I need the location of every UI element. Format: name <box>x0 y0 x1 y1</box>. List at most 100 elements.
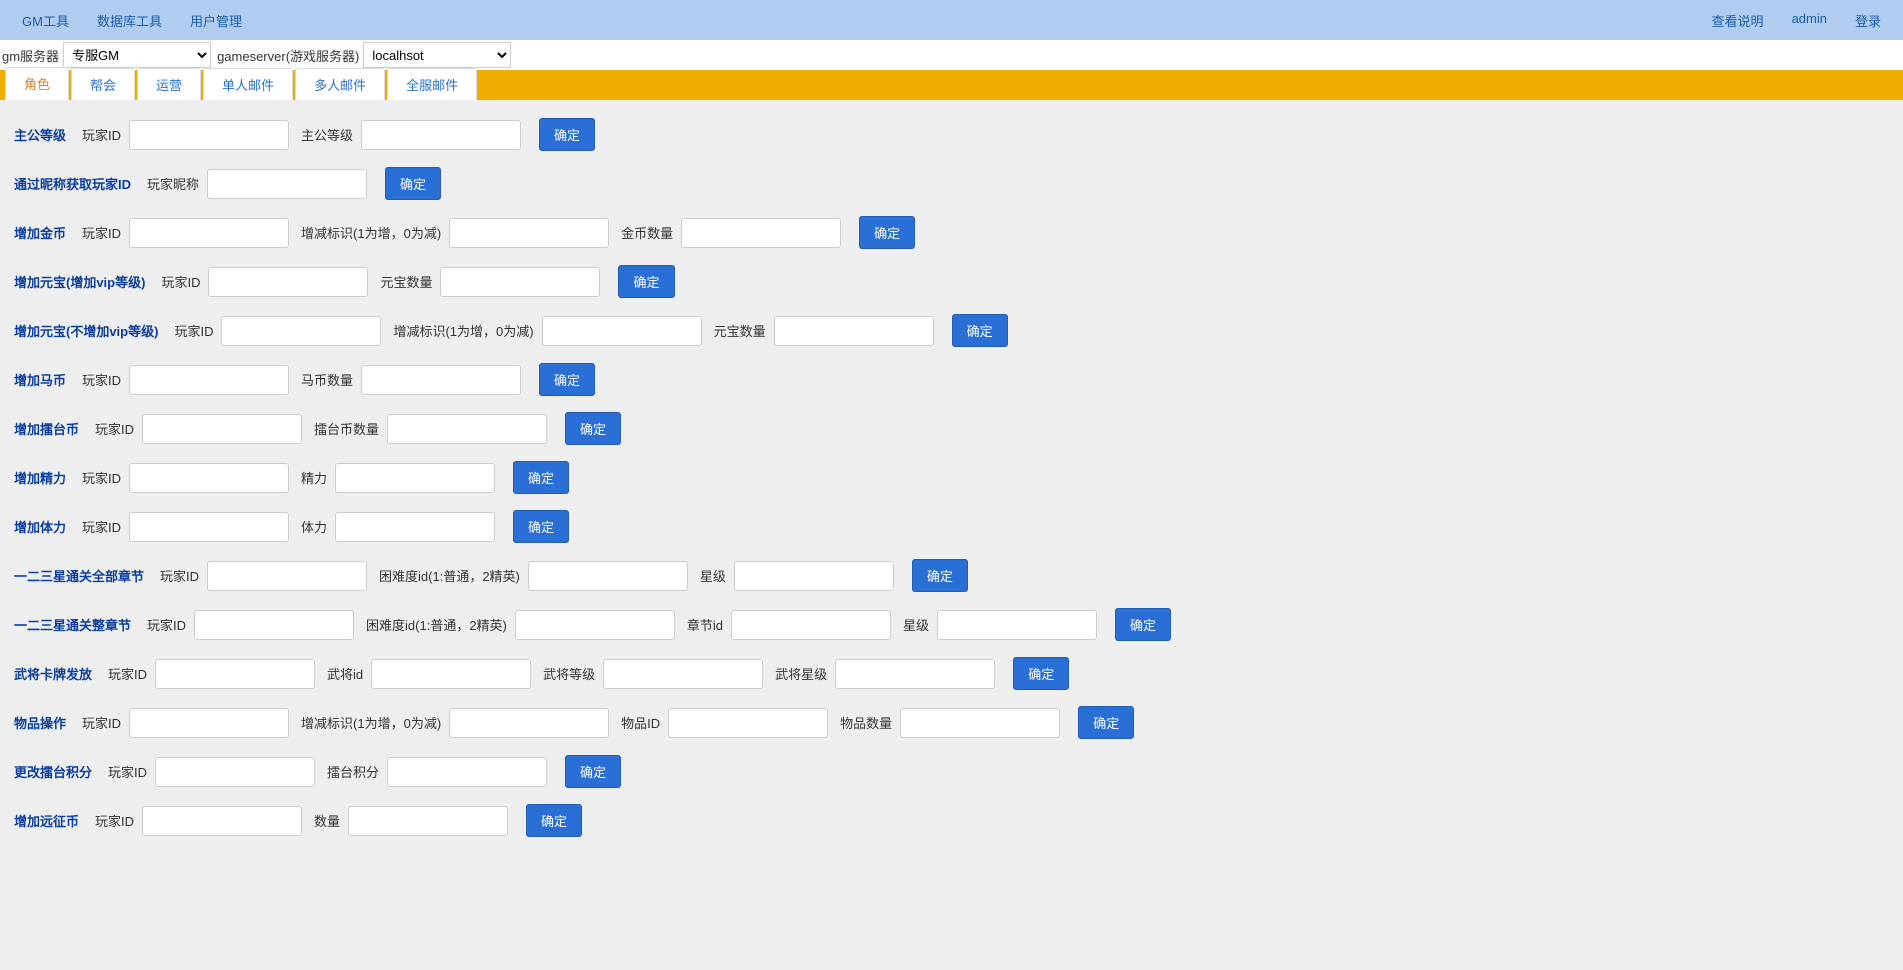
row-title: 增加远征币 <box>14 811 79 830</box>
confirm-button[interactable]: 确定 <box>539 118 595 151</box>
nav-gm-tools[interactable]: GM工具 <box>8 1 83 40</box>
tab-0[interactable]: 角色 <box>5 67 69 100</box>
field-input-11-2[interactable] <box>603 659 763 689</box>
row-title: 增加精力 <box>14 468 66 487</box>
field-label: 玩家ID <box>160 566 199 585</box>
form-row-2: 增加金币玩家ID增减标识(1为增，0为减)金币数量确定 <box>14 216 1889 249</box>
field-input-4-2[interactable] <box>774 316 934 346</box>
confirm-button[interactable]: 确定 <box>513 510 569 543</box>
field-input-4-1[interactable] <box>542 316 702 346</box>
nav-admin[interactable]: admin <box>1778 1 1841 40</box>
field-input-3-0[interactable] <box>208 267 368 297</box>
field-label: 增减标识(1为增，0为减) <box>301 223 441 242</box>
field-label: 武将星级 <box>775 664 827 683</box>
field-input-4-0[interactable] <box>221 316 381 346</box>
field-input-8-1[interactable] <box>335 512 495 542</box>
nav-user-mgmt[interactable]: 用户管理 <box>176 1 256 40</box>
field-input-0-1[interactable] <box>361 120 521 150</box>
field-input-12-2[interactable] <box>668 708 828 738</box>
confirm-button[interactable]: 确定 <box>618 265 674 298</box>
field-input-11-1[interactable] <box>371 659 531 689</box>
field-label: 玩家ID <box>108 762 147 781</box>
field-input-1-0[interactable] <box>207 169 367 199</box>
field-label: 玩家ID <box>147 615 186 634</box>
field-input-11-0[interactable] <box>155 659 315 689</box>
game-server-select[interactable]: localhsot <box>363 42 511 68</box>
gm-server-select[interactable]: 专服GM <box>63 42 211 68</box>
field-input-10-1[interactable] <box>515 610 675 640</box>
confirm-button[interactable]: 确定 <box>565 755 621 788</box>
nav-view-docs[interactable]: 查看说明 <box>1698 1 1778 40</box>
field-label: 元宝数量 <box>380 272 432 291</box>
tab-2[interactable]: 运营 <box>137 68 201 100</box>
field-label: 玩家ID <box>174 321 213 340</box>
confirm-button[interactable]: 确定 <box>859 216 915 249</box>
field-input-7-0[interactable] <box>129 463 289 493</box>
field-input-10-3[interactable] <box>937 610 1097 640</box>
field-input-8-0[interactable] <box>129 512 289 542</box>
nav-login[interactable]: 登录 <box>1841 1 1895 40</box>
field-input-9-0[interactable] <box>207 561 367 591</box>
nav-db-tools[interactable]: 数据库工具 <box>83 1 176 40</box>
confirm-button[interactable]: 确定 <box>1115 608 1171 641</box>
confirm-button[interactable]: 确定 <box>952 314 1008 347</box>
confirm-button[interactable]: 确定 <box>1013 657 1069 690</box>
field-input-14-0[interactable] <box>142 806 302 836</box>
confirm-button[interactable]: 确定 <box>539 363 595 396</box>
field-input-12-0[interactable] <box>129 708 289 738</box>
field-label: 增减标识(1为增，0为减) <box>393 321 533 340</box>
field-input-9-1[interactable] <box>528 561 688 591</box>
field-input-13-0[interactable] <box>155 757 315 787</box>
field-label: 玩家ID <box>161 272 200 291</box>
form-row-11: 武将卡牌发放玩家ID武将id武将等级武将星级确定 <box>14 657 1889 690</box>
tab-3[interactable]: 单人邮件 <box>203 68 293 100</box>
tab-5[interactable]: 全服邮件 <box>387 68 477 100</box>
row-title: 更改擂台积分 <box>14 762 92 781</box>
form-row-7: 增加精力玩家ID 精力 确定 <box>14 461 1889 494</box>
field-input-6-0[interactable] <box>142 414 302 444</box>
field-label: 物品ID <box>621 713 660 732</box>
row-title: 增加体力 <box>14 517 66 536</box>
tab-1[interactable]: 帮会 <box>71 68 135 100</box>
field-input-5-1[interactable] <box>361 365 521 395</box>
field-label: 章节id <box>687 615 723 634</box>
top-navbar: GM工具 数据库工具 用户管理 查看说明 admin 登录 <box>0 0 1903 40</box>
confirm-button[interactable]: 确定 <box>912 559 968 592</box>
field-label: 玩家ID <box>82 713 121 732</box>
confirm-button[interactable]: 确定 <box>1078 706 1134 739</box>
tab-strip: 角色帮会运营单人邮件多人邮件全服邮件 <box>0 70 1903 100</box>
content-area: 主公等级玩家ID主公等级确定通过昵称获取玩家ID玩家昵称确定增加金币玩家ID增减… <box>0 100 1903 970</box>
field-input-11-3[interactable] <box>835 659 995 689</box>
field-input-2-0[interactable] <box>129 218 289 248</box>
row-title: 增加金币 <box>14 223 66 242</box>
nav-left: GM工具 数据库工具 用户管理 <box>8 1 256 40</box>
field-input-13-1[interactable] <box>387 757 547 787</box>
field-input-10-2[interactable] <box>731 610 891 640</box>
field-input-9-2[interactable] <box>734 561 894 591</box>
field-label: 体力 <box>301 517 327 536</box>
field-label: 精力 <box>301 468 327 487</box>
field-input-12-1[interactable] <box>449 708 609 738</box>
tab-4[interactable]: 多人邮件 <box>295 68 385 100</box>
form-row-5: 增加马币玩家ID马币数量确定 <box>14 363 1889 396</box>
game-server-label: gameserver(游戏服务器) <box>215 46 359 65</box>
field-input-2-2[interactable] <box>681 218 841 248</box>
field-input-10-0[interactable] <box>194 610 354 640</box>
field-label: 马币数量 <box>301 370 353 389</box>
confirm-button[interactable]: 确定 <box>565 412 621 445</box>
field-input-3-1[interactable] <box>440 267 600 297</box>
field-label: 擂台币数量 <box>314 419 379 438</box>
confirm-button[interactable]: 确定 <box>526 804 582 837</box>
confirm-button[interactable]: 确定 <box>513 461 569 494</box>
field-input-2-1[interactable] <box>449 218 609 248</box>
field-input-14-1[interactable] <box>348 806 508 836</box>
field-input-6-1[interactable] <box>387 414 547 444</box>
confirm-button[interactable]: 确定 <box>385 167 441 200</box>
field-label: 玩家ID <box>82 468 121 487</box>
field-input-5-0[interactable] <box>129 365 289 395</box>
field-label: 主公等级 <box>301 125 353 144</box>
field-input-12-3[interactable] <box>900 708 1060 738</box>
field-input-0-0[interactable] <box>129 120 289 150</box>
field-label: 星级 <box>700 566 726 585</box>
field-input-7-1[interactable] <box>335 463 495 493</box>
